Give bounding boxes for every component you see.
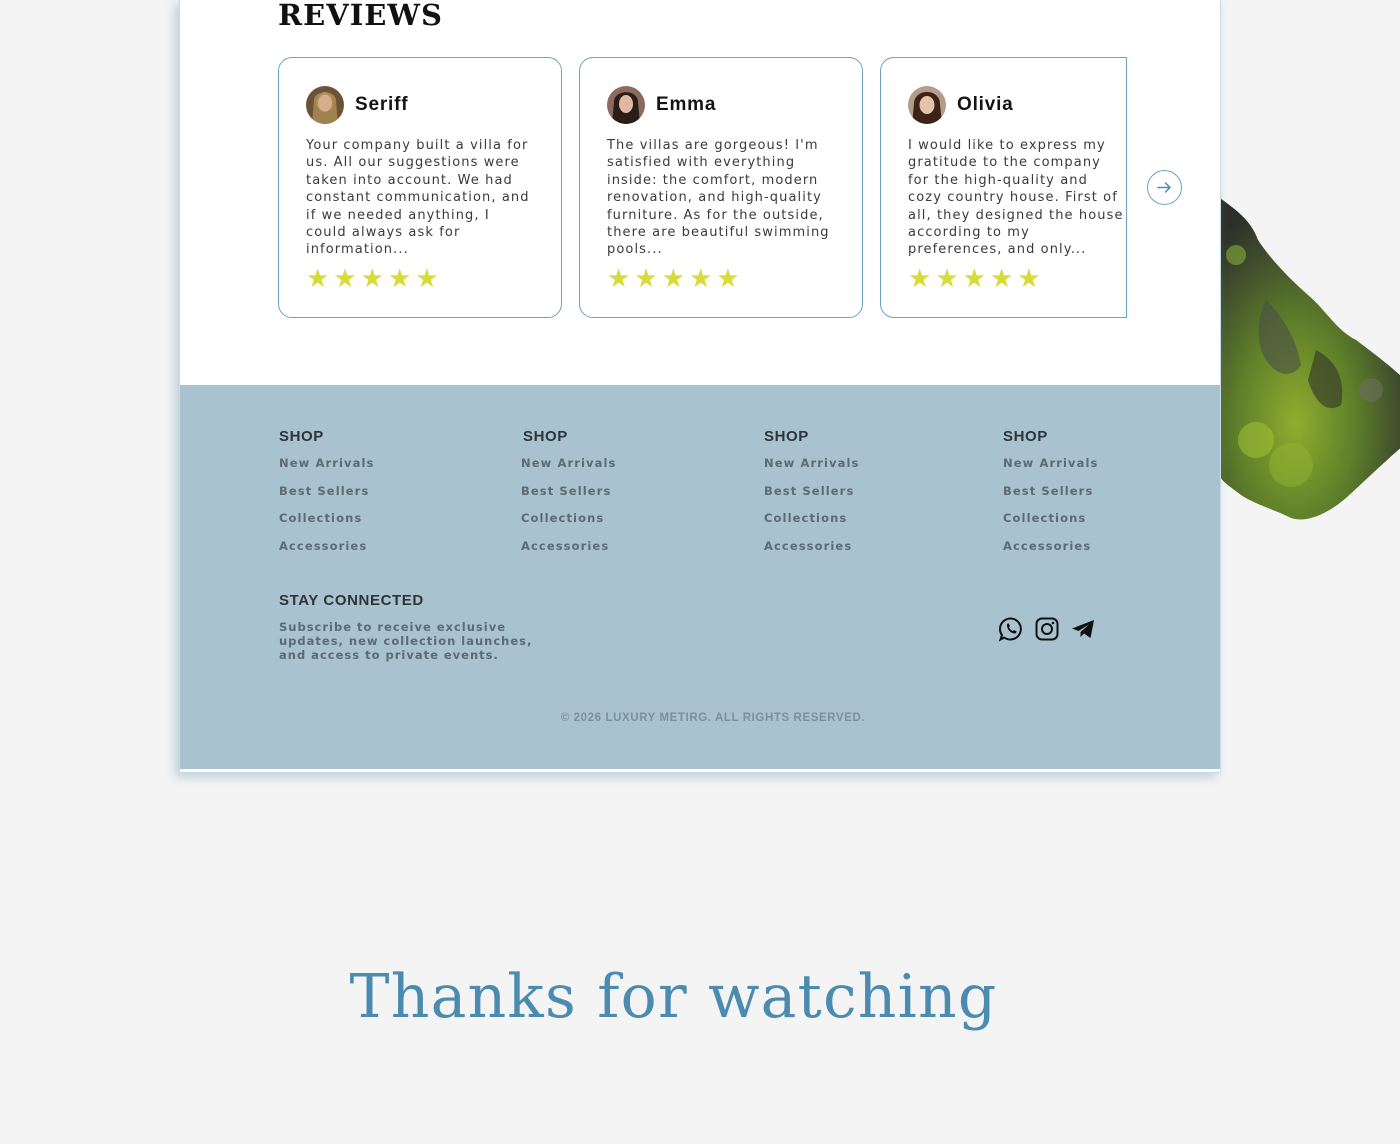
star-icon: ★ <box>716 263 740 294</box>
star-icon: ★ <box>688 263 713 294</box>
footer-link-accessories[interactable]: Accessories <box>521 538 616 566</box>
footer-link-accessories[interactable]: Accessories <box>279 538 374 566</box>
footer-column: SHOP New Arrivals Best Sellers Collectio… <box>1003 428 1098 565</box>
review-text: The villas are gorgeous! I'm satisfied w… <box>607 138 830 258</box>
moss-rock-image <box>1220 198 1400 520</box>
footer-link-best-sellers[interactable]: Best Sellers <box>279 483 374 511</box>
footer-column: SHOP New Arrivals Best Sellers Collectio… <box>279 428 374 565</box>
star-icon: ★ <box>634 263 658 294</box>
whatsapp-icon[interactable] <box>998 616 1024 642</box>
reviewer-name: Olivia <box>957 94 1014 115</box>
footer-column-title: SHOP <box>1003 428 1048 445</box>
reviews-heading: REVIEWS <box>278 0 443 32</box>
star-icon: ★ <box>415 263 439 294</box>
reviewer-avatar <box>607 86 645 124</box>
footer-link-new-arrivals[interactable]: New Arrivals <box>764 455 859 483</box>
footer-link-new-arrivals[interactable]: New Arrivals <box>279 455 374 483</box>
star-icon: ★ <box>333 263 357 294</box>
star-icon: ★ <box>360 263 384 294</box>
star-icon: ★ <box>306 263 330 294</box>
website-preview: REVIEWS Seriff Your company built a vill… <box>179 0 1221 773</box>
reviewer-name: Seriff <box>355 94 409 115</box>
star-icon: ★ <box>962 263 986 294</box>
star-icon: ★ <box>935 263 959 294</box>
slide: REVIEWS Seriff Your company built a vill… <box>0 0 1400 1144</box>
star-icon: ★ <box>607 263 631 294</box>
reviewer-avatar <box>908 86 946 124</box>
footer-link-best-sellers[interactable]: Best Sellers <box>1003 483 1098 511</box>
review-text: Your company built a villa for us. All o… <box>306 138 530 258</box>
reviewer-name: Emma <box>656 94 717 115</box>
footer-link-new-arrivals[interactable]: New Arrivals <box>1003 455 1098 483</box>
footer-column: SHOP New Arrivals Best Sellers Collectio… <box>521 428 616 565</box>
stay-connected-heading: STAY CONNECTED <box>279 592 424 609</box>
star-icon: ★ <box>1017 263 1041 294</box>
star-icon: ★ <box>387 263 412 294</box>
telegram-icon[interactable] <box>1070 616 1096 642</box>
footer-column-title: SHOP <box>764 428 809 445</box>
star-rating: ★ ★ ★ ★ ★ <box>908 266 1126 292</box>
footer-link-new-arrivals[interactable]: New Arrivals <box>521 455 616 483</box>
footer-link-collections[interactable]: Collections <box>521 510 616 538</box>
footer-link-best-sellers[interactable]: Best Sellers <box>521 483 616 511</box>
footer-link-collections[interactable]: Collections <box>1003 510 1098 538</box>
star-icon: ★ <box>989 263 1014 294</box>
arrow-right-icon <box>1157 182 1171 193</box>
star-icon: ★ <box>908 263 932 294</box>
site-footer: SHOP New Arrivals Best Sellers Collectio… <box>180 385 1220 769</box>
social-links <box>998 616 1096 642</box>
footer-column-title: SHOP <box>523 428 568 445</box>
footer-link-best-sellers[interactable]: Best Sellers <box>764 483 859 511</box>
star-rating: ★ ★ ★ ★ ★ <box>607 266 862 292</box>
star-rating: ★ ★ ★ ★ ★ <box>306 266 561 292</box>
footer-column-title: SHOP <box>279 428 324 445</box>
thanks-heading: Thanks for watching <box>349 962 998 1032</box>
footer-link-accessories[interactable]: Accessories <box>764 538 859 566</box>
footer-column: SHOP New Arrivals Best Sellers Collectio… <box>764 428 859 565</box>
copyright-text: © 2026 LUXURY METIRG. ALL RIGHTS RESERVE… <box>560 712 866 724</box>
instagram-icon[interactable] <box>1034 616 1060 642</box>
star-icon: ★ <box>661 263 685 294</box>
reviewer-avatar <box>306 86 344 124</box>
review-card: Emma The villas are gorgeous! I'm satisf… <box>579 57 863 318</box>
next-review-button[interactable] <box>1147 170 1182 205</box>
stay-connected-text: Subscribe to receive exclusive updates, … <box>279 620 533 662</box>
review-text: I would like to express my gratitude to … <box>908 138 1124 258</box>
review-card: Seriff Your company built a villa for us… <box>278 57 562 318</box>
footer-link-accessories[interactable]: Accessories <box>1003 538 1098 566</box>
review-card: Olivia I would like to express my gratit… <box>880 57 1127 318</box>
footer-link-collections[interactable]: Collections <box>279 510 374 538</box>
footer-link-collections[interactable]: Collections <box>764 510 859 538</box>
